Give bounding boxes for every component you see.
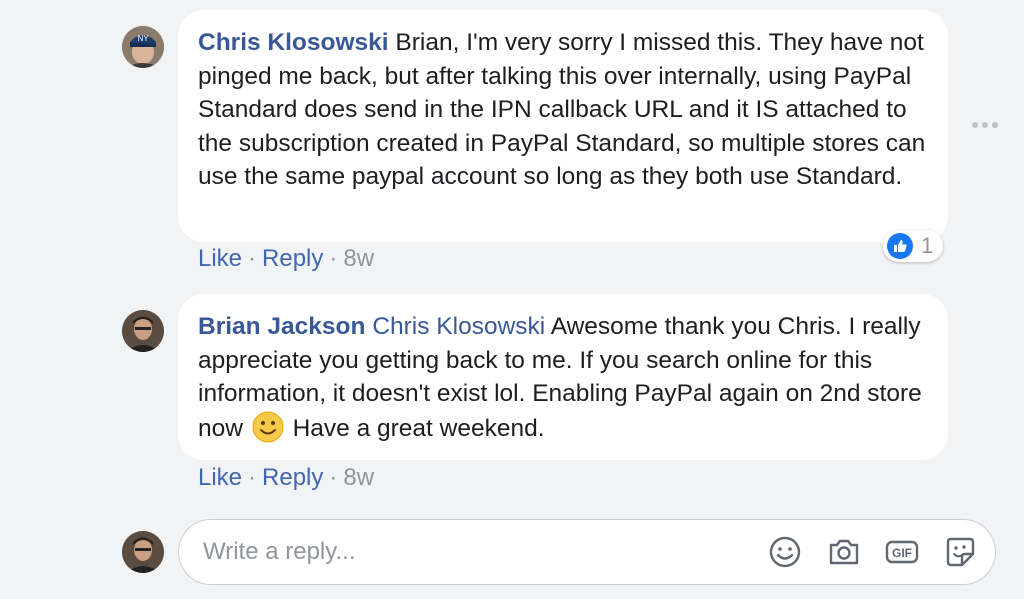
- reaction-count: 1: [921, 233, 934, 258]
- reply-placeholder: Write a reply...: [203, 538, 356, 565]
- comment-author[interactable]: Brian Jackson: [198, 313, 366, 340]
- smiley-emoji-icon: [252, 411, 284, 443]
- avatar[interactable]: NY: [122, 26, 164, 68]
- reply-input[interactable]: Write a reply... GIF: [178, 519, 996, 585]
- reaction-summary[interactable]: 1: [883, 230, 944, 262]
- avatar[interactable]: [122, 310, 164, 352]
- svg-text:GIF: GIF: [892, 546, 912, 560]
- comment-bubble: Chris Klosowski Brian, I'm very sorry I …: [178, 10, 948, 242]
- comment-text: Have a great weekend.: [292, 414, 545, 442]
- gif-icon[interactable]: GIF: [884, 534, 920, 570]
- more-options-icon[interactable]: [970, 117, 1000, 133]
- comment-bubble: Brian Jackson Chris Klosowski Awesome th…: [178, 294, 948, 460]
- svg-text:NY: NY: [137, 34, 149, 43]
- separator: ·: [248, 245, 257, 272]
- comment-actions: Like · Reply · 8w: [198, 245, 374, 273]
- reply-link[interactable]: Reply: [262, 245, 323, 272]
- reply-link[interactable]: Reply: [262, 464, 323, 491]
- comment-author[interactable]: Chris Klosowski: [198, 29, 389, 56]
- separator: ·: [329, 464, 338, 491]
- separator: ·: [248, 464, 257, 491]
- separator: ·: [329, 245, 338, 272]
- emoji-icon[interactable]: [767, 534, 803, 570]
- avatar: [122, 531, 164, 573]
- sticker-icon[interactable]: [942, 534, 978, 570]
- like-link[interactable]: Like: [198, 245, 242, 272]
- comment-actions: Like · Reply · 8w: [198, 464, 374, 492]
- timestamp[interactable]: 8w: [343, 464, 374, 491]
- like-link[interactable]: Like: [198, 464, 242, 491]
- mention-link[interactable]: Chris Klosowski: [372, 313, 545, 340]
- thumbs-up-icon: [887, 233, 913, 259]
- camera-icon[interactable]: [826, 534, 862, 570]
- timestamp[interactable]: 8w: [343, 245, 374, 272]
